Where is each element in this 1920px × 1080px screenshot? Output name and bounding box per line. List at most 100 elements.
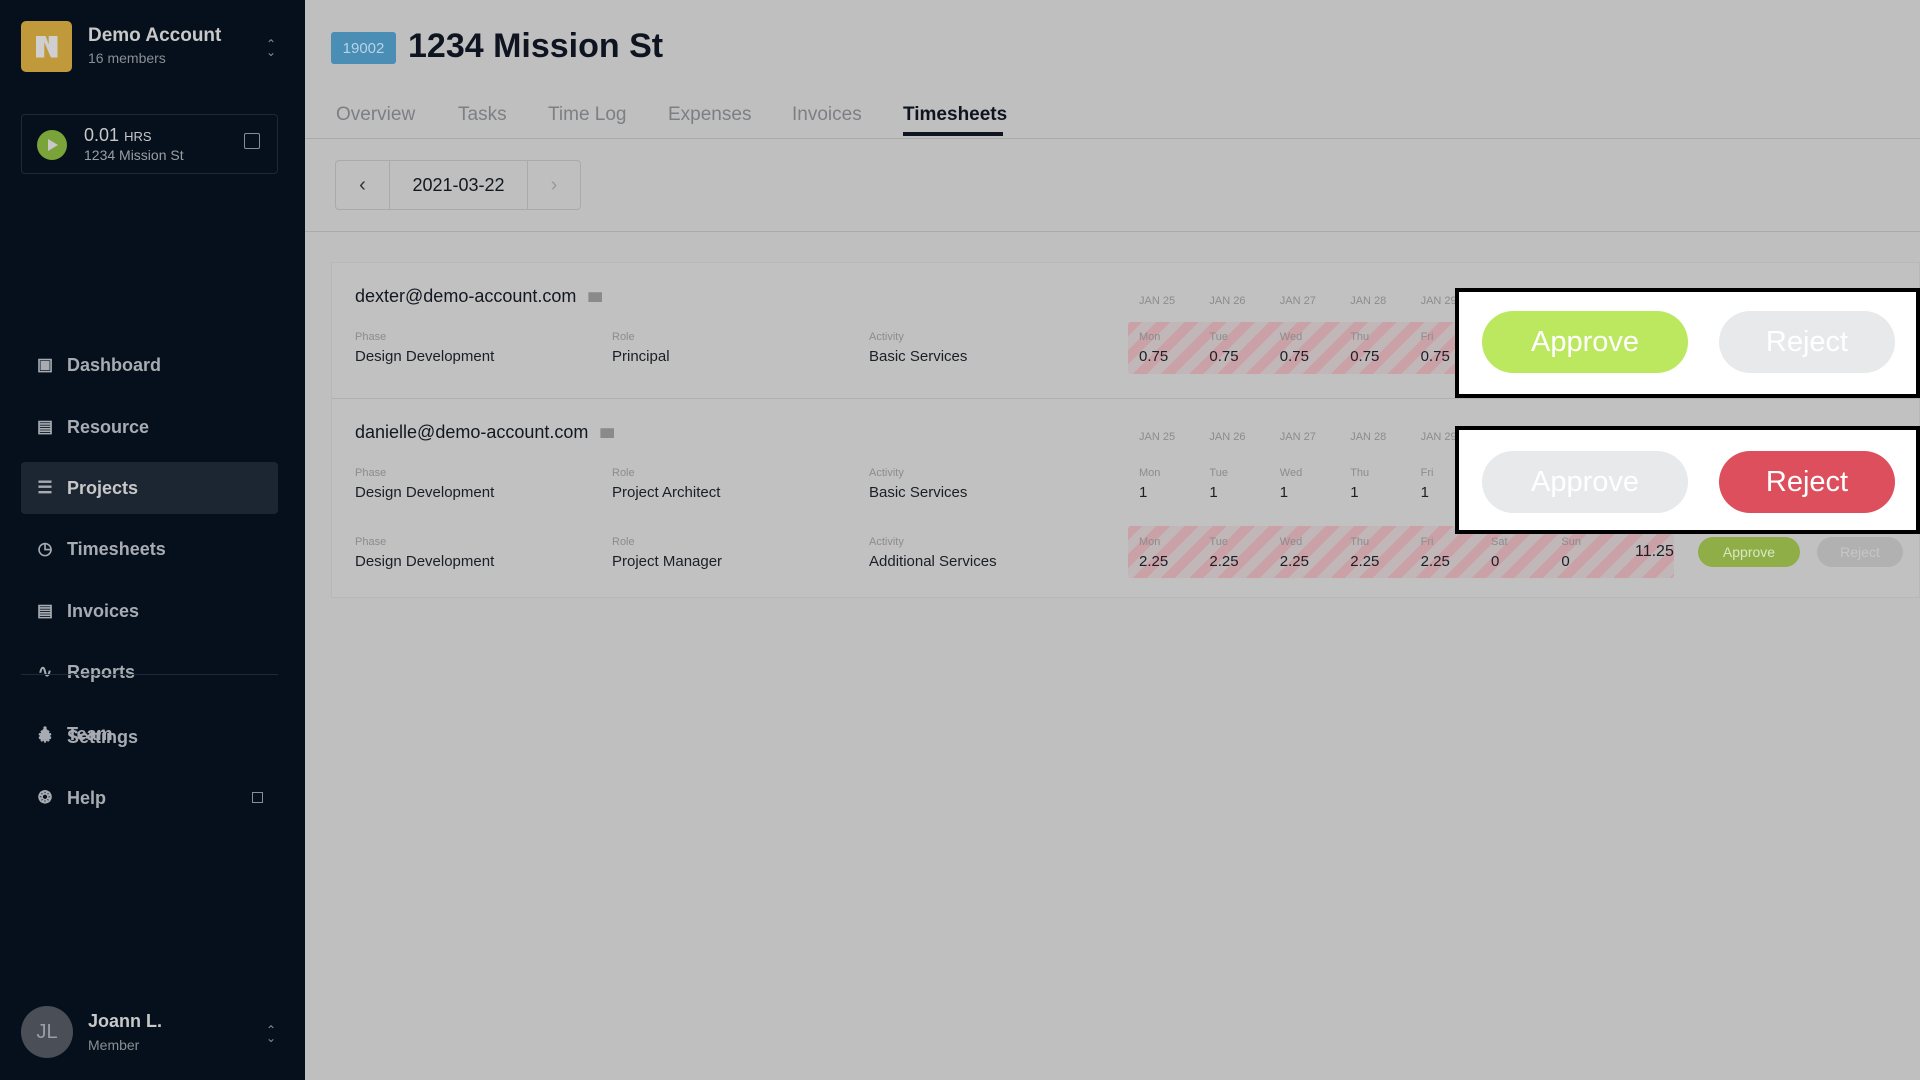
day-label: Tue — [1209, 536, 1228, 548]
date-header: JAN 27 — [1279, 295, 1316, 307]
lifebuoy-icon: ❂ — [37, 788, 53, 807]
project-number-badge: 19002 — [331, 32, 396, 64]
account-switcher-icon[interactable]: ⌃ ⌄ — [266, 38, 276, 58]
day-hours: 2.25 — [1139, 553, 1169, 570]
day-hours: 0.75 — [1350, 348, 1380, 365]
user-role: Member — [88, 1037, 140, 1053]
approve-button[interactable]: Approve — [1482, 451, 1688, 513]
sidebar-item-reports[interactable]: ∿ Reports — [21, 646, 278, 698]
sidebar-item-timesheets[interactable]: ◷ Timesheets — [21, 523, 278, 575]
date-header: JAN 28 — [1350, 431, 1387, 443]
role-value: Project Architect — [612, 484, 721, 501]
tab-timesheets[interactable]: Timesheets — [903, 104, 1007, 126]
approve-button[interactable]: Approve — [1482, 311, 1688, 373]
day-hours: 0.75 — [1420, 348, 1450, 365]
day-label: Mon — [1139, 467, 1161, 479]
date-header: JAN 29 — [1420, 431, 1457, 443]
mail-icon[interactable] — [588, 292, 603, 303]
sidebar-item-settings[interactable]: ⚙ Settings — [21, 711, 278, 763]
day-label: Sat — [1491, 536, 1508, 548]
date-header: JAN 25 — [1139, 295, 1176, 307]
date-header: JAN 25 — [1139, 431, 1176, 443]
play-icon[interactable] — [37, 130, 67, 160]
row-total: 11.25 — [1635, 543, 1674, 560]
date-header: JAN 29 — [1420, 295, 1457, 307]
tab-tasks[interactable]: Tasks — [458, 104, 507, 126]
mail-icon[interactable] — [600, 428, 615, 439]
prev-week-button[interactable]: ‹ — [336, 161, 390, 209]
tab-overview[interactable]: Overview — [336, 104, 415, 126]
day-hours: 1 — [1209, 484, 1218, 501]
next-week-button[interactable]: › — [528, 161, 580, 209]
day-hours: 0.75 — [1279, 348, 1309, 365]
role-label: Role — [612, 536, 635, 548]
activity-label: Activity — [869, 467, 904, 479]
external-link-icon — [252, 792, 263, 803]
tab-time-log[interactable]: Time Log — [548, 104, 627, 126]
day-hours: 0 — [1561, 553, 1570, 570]
day-label: Tue — [1209, 467, 1228, 479]
sidebar: Demo Account 16 members ⌃ ⌄ 0.01 HRS 1234… — [0, 0, 305, 1080]
sidebar-item-help[interactable]: ❂ Help — [21, 772, 278, 824]
resource-icon: ▤ — [36, 417, 54, 436]
date-header: JAN 26 — [1209, 431, 1246, 443]
date-header: JAN 26 — [1209, 295, 1246, 307]
sidebar-item-label: Invoices — [67, 600, 140, 621]
employee-email[interactable]: danielle@demo-account.com — [355, 422, 615, 443]
highlight-box-danielle: Approve Reject — [1455, 426, 1920, 534]
date-value[interactable]: 2021-03-22 — [390, 161, 528, 209]
sidebar-item-label: Reports — [67, 661, 136, 682]
user-menu-icon[interactable]: ⌃ ⌄ — [266, 1024, 276, 1044]
email-text: danielle@demo-account.com — [355, 422, 589, 442]
role-value: Project Manager — [612, 553, 723, 570]
day-label: Wed — [1279, 536, 1303, 548]
sidebar-item-projects[interactable]: ☰ Projects — [21, 462, 278, 514]
activity-value: Basic Services — [869, 348, 968, 365]
employee-email[interactable]: dexter@demo-account.com — [355, 286, 603, 307]
date-header: JAN 27 — [1279, 431, 1316, 443]
page-title: 1234 Mission St — [408, 27, 664, 65]
sidebar-item-resource[interactable]: ▤ Resource — [21, 401, 278, 453]
sidebar-item-label: Settings — [67, 726, 139, 747]
tab-invoices[interactable]: Invoices — [792, 104, 862, 126]
day-hours: 2.25 — [1209, 553, 1239, 570]
tab-divider — [305, 138, 1920, 139]
reject-button-small[interactable]: Reject — [1817, 537, 1903, 567]
account-members: 16 members — [88, 50, 166, 66]
day-label: Tue — [1209, 331, 1228, 343]
sidebar-item-label: Timesheets — [67, 538, 166, 559]
day-label: Mon — [1139, 536, 1161, 548]
timer-project: 1234 Mission St — [84, 147, 184, 163]
reject-button[interactable]: Reject — [1719, 311, 1895, 373]
edit-icon[interactable] — [244, 133, 260, 149]
day-label: Thu — [1350, 467, 1370, 479]
tab-expenses[interactable]: Expenses — [668, 104, 751, 126]
avatar[interactable]: JL — [21, 1006, 73, 1058]
user-name: Joann L. — [88, 1011, 163, 1031]
phase-value: Design Development — [355, 348, 495, 365]
chart-icon: ∿ — [37, 662, 53, 681]
sidebar-item-dashboard[interactable]: ▣ Dashboard — [21, 339, 278, 391]
timer-value: 0.01 — [84, 125, 120, 145]
activity-value: Additional Services — [869, 553, 997, 570]
day-label: Wed — [1279, 467, 1303, 479]
activity-value: Basic Services — [869, 484, 968, 501]
sidebar-item-label: Dashboard — [67, 354, 162, 375]
phase-value: Design Development — [355, 484, 495, 501]
role-label: Role — [612, 467, 635, 479]
day-label: Fri — [1420, 536, 1434, 548]
monitor-icon: ▣ — [36, 355, 54, 374]
clock-icon: ◷ — [37, 539, 53, 558]
day-hours: 1 — [1279, 484, 1289, 501]
day-label: Thu — [1350, 331, 1370, 343]
email-text: dexter@demo-account.com — [355, 286, 577, 306]
sidebar-divider — [21, 674, 278, 675]
approve-button-small[interactable]: Approve — [1698, 537, 1800, 567]
account-name: Demo Account — [88, 25, 222, 46]
activity-label: Activity — [869, 331, 904, 343]
reject-button[interactable]: Reject — [1719, 451, 1895, 513]
day-hours: 2.25 — [1350, 553, 1380, 570]
sidebar-item-invoices[interactable]: ▤ Invoices — [21, 585, 278, 637]
sidebar-item-label: Help — [67, 787, 107, 808]
phase-label: Phase — [355, 467, 387, 479]
